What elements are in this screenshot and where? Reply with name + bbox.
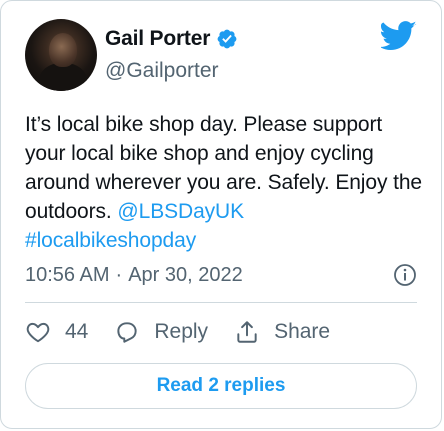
tweet-card: Gail Porter @Gailporter It’s local bike …: [0, 0, 442, 429]
like-count: 44: [65, 320, 89, 343]
reply-icon: [117, 322, 138, 343]
share-icon: [237, 321, 257, 343]
author-handle[interactable]: @Gailporter: [105, 59, 219, 83]
tweet-time: 10:56 AM: [25, 264, 110, 286]
reply-label: Reply: [154, 320, 209, 343]
tweet-date: Apr 30, 2022: [128, 264, 243, 286]
tweet-text: It’s local bike shop day. Please support…: [25, 110, 425, 255]
avatar-figure-body: [39, 63, 87, 91]
author-name-row: Gail Porter: [105, 27, 238, 51]
heart-icon: [26, 322, 50, 343]
mention-link[interactable]: @LBSDayUK: [117, 200, 244, 223]
avatar-figure-head: [49, 33, 77, 67]
read-replies-button[interactable]: Read 2 replies: [25, 363, 417, 409]
avatar[interactable]: [25, 19, 97, 91]
info-icon[interactable]: [393, 263, 417, 287]
reply-button[interactable]: Reply: [114, 319, 208, 345]
twitter-bird-icon[interactable]: [381, 21, 417, 51]
verified-badge-icon: [217, 29, 237, 49]
action-bar: 44 Reply Share: [25, 319, 356, 345]
like-button[interactable]: 44: [25, 319, 88, 345]
hashtag-link[interactable]: #localbikeshopday: [25, 229, 196, 252]
share-button[interactable]: Share: [234, 319, 330, 345]
share-label: Share: [274, 320, 331, 343]
divider: [25, 302, 417, 303]
meta-separator: ·: [115, 264, 123, 286]
author-name[interactable]: Gail Porter: [105, 27, 210, 51]
tweet-timestamp[interactable]: 10:56 AM · Apr 30, 2022: [25, 264, 243, 287]
